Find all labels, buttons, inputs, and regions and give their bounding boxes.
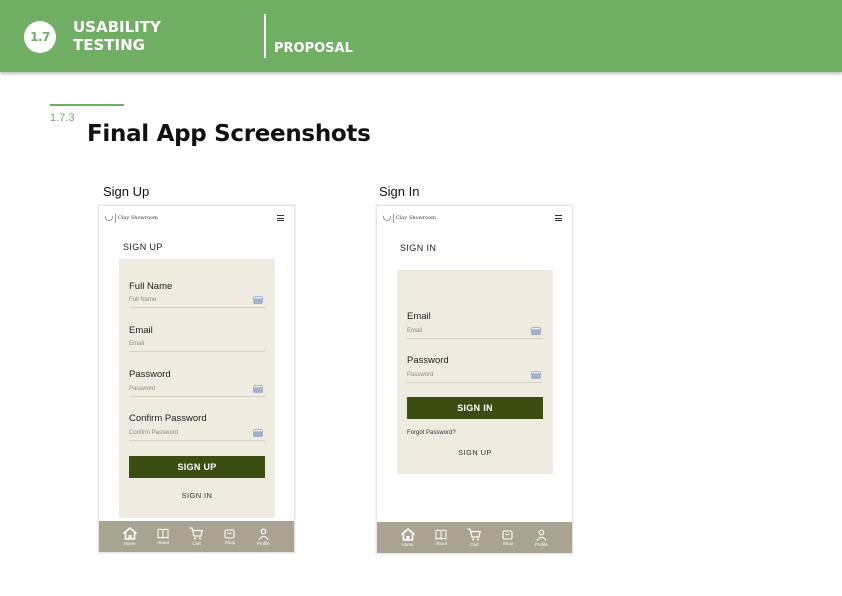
signin-caption: Sign In [379,184,420,199]
signup-phone-screen: Clay Showroom SIGN UP Full Name Full Nam… [98,205,295,553]
confirm-password-input[interactable]: Confirm Password •••• [129,429,265,441]
app-top-bar: Clay Showroom [99,206,294,230]
home-icon [400,528,415,541]
signup-form-card: Full Name Full Name •••• Email Email Pas… [119,259,275,518]
nav-cart-label: Cart [192,541,201,546]
password-label: Password [407,355,449,366]
brand-name: Clay Showroom [118,215,158,221]
logo-divider [393,214,394,223]
full-name-label: Full Name [129,281,173,292]
nav-shop-label: Shop [502,541,514,546]
nav-cart[interactable]: Cart [461,528,487,547]
email-label: Email [407,311,431,322]
nav-shop-label: Shop [224,540,236,545]
full-name-placeholder: Full Name [129,297,157,303]
cart-icon [189,527,204,540]
nav-home-label: Home [123,541,136,546]
nav-about-label: About [157,540,169,545]
subsection-number: 1.7.3 [50,112,75,124]
nav-shop[interactable]: Shop [495,529,521,546]
app-top-bar: Clay Showroom [377,206,572,230]
autofill-key-icon[interactable]: •••• [531,371,541,379]
confirm-password-label: Confirm Password [129,413,207,424]
signup-heading: SIGN UP [123,242,163,252]
bag-icon [224,529,235,539]
hamburger-menu-icon[interactable] [555,215,562,221]
nav-profile[interactable]: Profile [528,529,554,547]
signup-caption: Sign Up [103,184,150,199]
password-placeholder: Password [407,372,434,378]
bottom-navigation: Home About Cart Shop Profile [99,521,294,552]
signin-phone-screen: Clay Showroom SIGN IN Email Email •••• P… [376,205,573,554]
nav-profile-label: Profile [256,540,270,546]
email-label: Email [129,325,153,336]
nav-about[interactable]: About [428,529,454,546]
nav-cart-label: Cart [470,542,479,547]
nav-profile[interactable]: Profile [250,528,276,546]
autofill-key-icon[interactable]: •••• [253,429,263,437]
signin-link[interactable]: SIGN IN [129,491,265,500]
nav-home-label: Home [401,542,414,547]
page-title: Final App Screenshots [87,121,371,147]
nav-home[interactable]: Home [395,528,421,547]
accent-line [50,104,124,106]
home-icon [122,527,137,540]
section-header: 1.7 USABILITY TESTING PROPOSAL [0,0,842,72]
autofill-key-icon[interactable]: •••• [531,327,541,335]
bowl-logo-icon [105,216,113,221]
profile-icon [536,529,547,541]
email-input[interactable]: Email •••• [407,327,543,339]
signup-link[interactable]: SIGN UP [407,448,543,457]
nav-about[interactable]: About [150,528,176,545]
signin-heading: SIGN IN [400,243,437,253]
header-divider [264,14,266,58]
autofill-key-icon[interactable]: •••• [253,385,263,393]
password-placeholder: Password [129,386,156,392]
book-icon [157,528,169,539]
document-type-label: PROPOSAL [274,41,353,56]
section-title: USABILITY TESTING [73,18,161,54]
password-input[interactable]: Password •••• [129,385,265,397]
bowl-logo-icon [383,216,391,221]
signin-button[interactable]: SIGN IN [407,397,543,419]
autofill-key-icon[interactable]: •••• [253,296,263,304]
nav-cart[interactable]: Cart [183,527,209,546]
password-input[interactable]: Password •••• [407,371,543,383]
section-number-badge: 1.7 [24,21,56,53]
nav-shop[interactable]: Shop [217,528,243,545]
email-placeholder: Email [129,341,145,347]
logo-divider [115,214,116,223]
nav-home[interactable]: Home [117,527,143,546]
hamburger-menu-icon[interactable] [277,215,284,221]
email-input[interactable]: Email [129,341,265,352]
cart-icon [467,528,482,541]
email-placeholder: Email [407,328,423,334]
forgot-password-link[interactable]: Forgot Password? [407,430,456,436]
nav-about-label: About [435,541,447,546]
signup-button[interactable]: SIGN UP [129,456,265,478]
nav-profile-label: Profile [534,541,548,547]
brand-name: Clay Showroom [396,215,436,221]
bottom-navigation: Home About Cart Shop Profile [377,522,572,553]
book-icon [435,529,447,540]
bag-icon [502,530,513,540]
profile-icon [258,528,269,540]
password-label: Password [129,369,171,380]
full-name-input[interactable]: Full Name •••• [129,296,265,308]
confirm-password-placeholder: Confirm Password [129,430,179,436]
signin-form-card: Email Email •••• Password Password •••• … [397,270,553,474]
